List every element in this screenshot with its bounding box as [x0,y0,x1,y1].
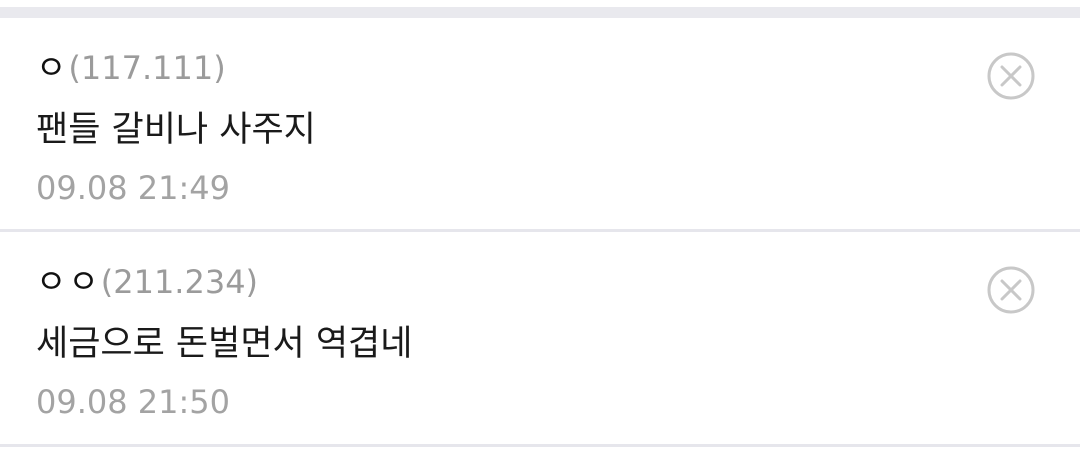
delete-comment-button[interactable] [986,265,1036,315]
comment-ip: (117.111) [68,49,226,87]
circle-x-icon [987,52,1035,100]
comment-ip: (211.234) [100,263,259,301]
top-separator-band [0,7,1080,18]
delete-comment-button[interactable] [986,51,1036,101]
comment-text: 팬들 갈비나 사주지 [36,110,316,150]
comment-item: ㅇㅇ(211.234) 세금으로 돈벌면서 역겹네 09.08 21:50 [0,232,1080,447]
comment-nickname[interactable]: ㅇ [36,48,68,87]
comment-timestamp: 09.08 21:50 [36,383,230,421]
comment-nickname[interactable]: ㅇㅇ [36,262,101,301]
circle-x-icon [987,266,1035,314]
comment-author: ㅇㅇ(211.234) [36,260,258,304]
top-separator [0,0,1080,18]
comment-timestamp: 09.08 21:49 [36,169,230,207]
comment-author: ㅇ(117.111) [36,46,226,90]
comment-text: 세금으로 돈벌면서 역겹네 [36,324,413,364]
comment-item: ㅇ(117.111) 팬들 갈비나 사주지 09.08 21:49 [0,18,1080,232]
